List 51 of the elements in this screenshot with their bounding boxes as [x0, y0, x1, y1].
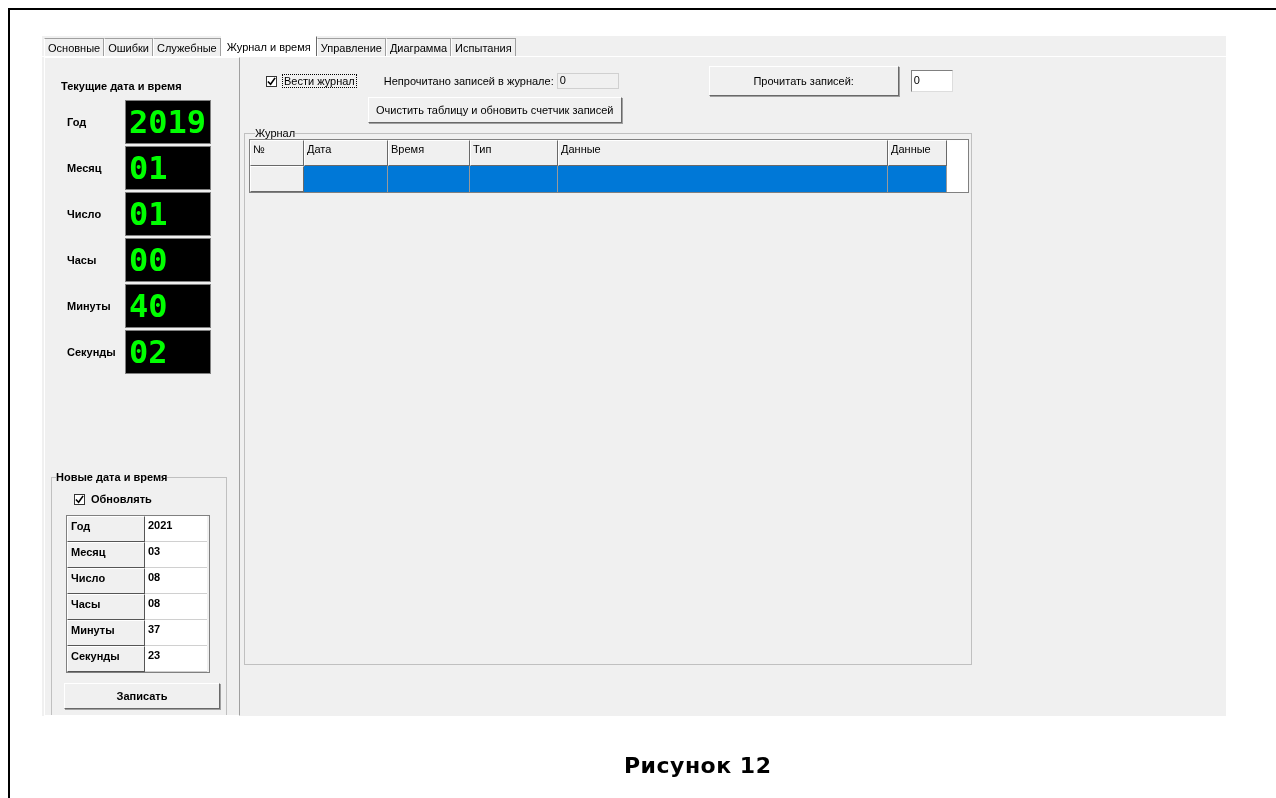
digital-display: 02 — [125, 330, 211, 374]
field-label: Минуты — [66, 300, 112, 312]
keep-log-checkbox[interactable]: Вести журнал — [266, 75, 356, 87]
column-header[interactable]: Тип — [470, 140, 558, 166]
count-input[interactable]: 0 — [910, 70, 953, 92]
tab[interactable]: Журнал и время — [220, 36, 317, 56]
digital-display: 00 — [125, 238, 211, 282]
tab[interactable]: Основные — [44, 38, 105, 56]
tab[interactable]: Испытания — [451, 38, 516, 56]
digital-display: 40 — [125, 284, 211, 328]
checkbox-icon[interactable] — [74, 493, 85, 505]
value-cell[interactable]: 03 — [145, 542, 207, 568]
column-header[interactable]: Данные — [888, 140, 947, 166]
checkbox-icon[interactable] — [266, 75, 277, 87]
write-button[interactable]: Записать — [64, 683, 220, 709]
digital-display: 01 — [125, 146, 211, 190]
field-label: Часы — [66, 254, 98, 266]
update-checkbox[interactable]: Обновлять — [74, 493, 152, 505]
row-header: Часы — [67, 594, 145, 620]
section-title: Текущие дата и время — [60, 80, 183, 92]
value-cell[interactable]: 23 — [145, 646, 207, 672]
row-header: Месяц — [67, 542, 145, 568]
column-header[interactable]: Время — [388, 140, 470, 166]
column-header[interactable]: Дата — [304, 140, 388, 166]
value-cell[interactable]: 08 — [145, 568, 207, 594]
field-label: Число — [66, 208, 103, 220]
row-header: Секунды — [67, 646, 145, 672]
column-header[interactable]: Данные — [558, 140, 888, 166]
group-title: Новые дата и время — [56, 471, 168, 483]
clear-button[interactable]: Очистить таблицу и обновить счетчик записей — [368, 97, 622, 123]
value-cell[interactable]: 37 — [145, 620, 207, 646]
row-header: Минуты — [67, 620, 145, 646]
tab[interactable]: Управление — [316, 38, 386, 56]
row-header: Число — [67, 568, 145, 594]
value-cell[interactable]: 2021 — [145, 516, 207, 542]
row-header: Год — [67, 516, 145, 542]
unread-label: Непрочитано записей в журнале: — [383, 75, 554, 87]
field-label: Год — [66, 116, 88, 128]
unread-field: 0 — [556, 73, 619, 89]
column-header[interactable]: № — [250, 140, 304, 166]
field-label: Секунды — [66, 346, 117, 358]
tab[interactable]: Служебные — [153, 38, 221, 56]
tab[interactable]: Диаграмма — [385, 38, 452, 56]
value-cell[interactable]: 08 — [145, 594, 207, 620]
figure-caption: Рисунок 12 — [624, 753, 773, 778]
field-label: Месяц — [66, 162, 103, 174]
digital-display: 2019 — [125, 100, 211, 144]
group-title: Журнал — [255, 127, 296, 139]
tab[interactable]: Ошибки — [104, 38, 153, 56]
digital-display: 01 — [125, 192, 211, 236]
read-button[interactable]: Прочитать записей: — [708, 66, 899, 96]
